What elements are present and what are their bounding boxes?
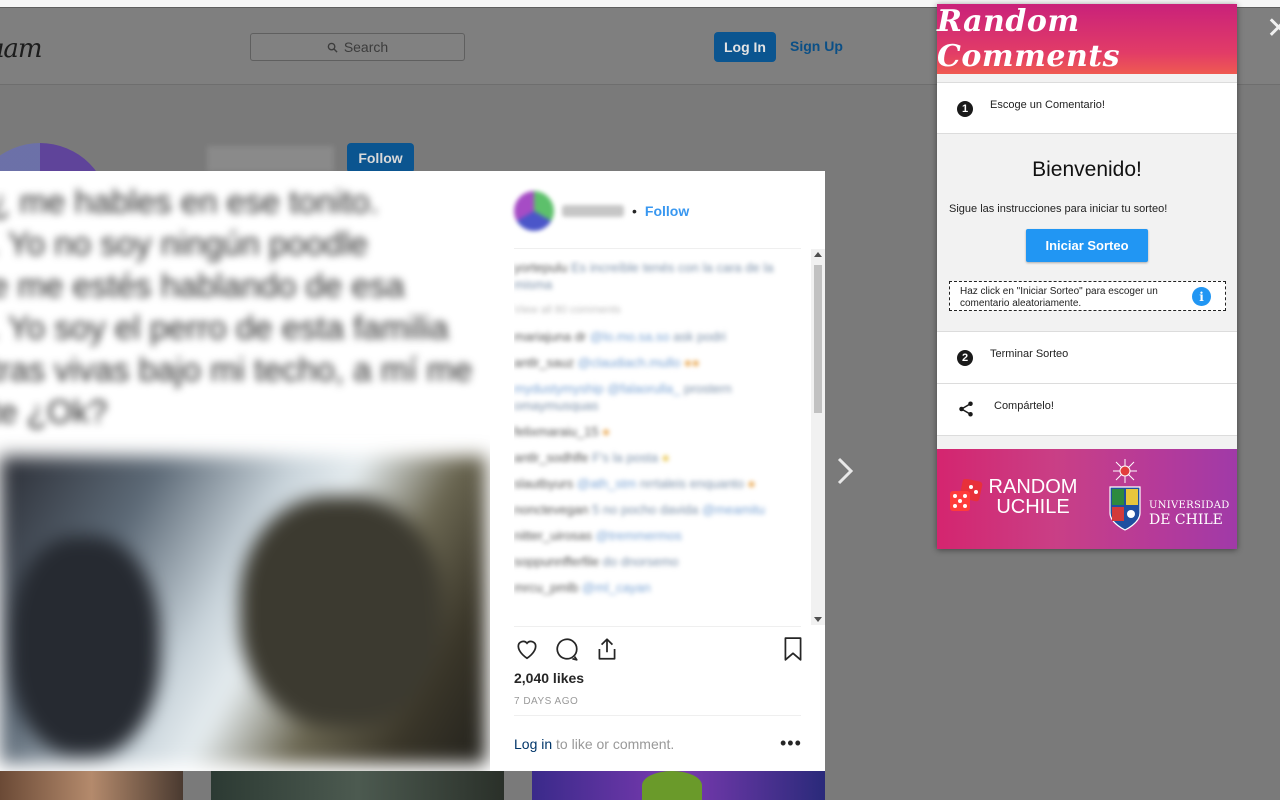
login-link[interactable]: Log in	[514, 736, 552, 752]
list-item: antlr_sauz @claudiach.mullo ●●	[514, 355, 700, 370]
login-prompt: Log in to like or comment.	[514, 736, 674, 752]
list-item: mrcu_pmlb @ml_cayan	[514, 580, 651, 595]
random-comments-panel: Random Comments 1 Escoge un Comentario! …	[937, 4, 1237, 549]
welcome-section: Bienvenido! Sigue las instrucciones para…	[937, 134, 1237, 332]
step-choose-comment[interactable]: 1 Escoge un Comentario!	[937, 82, 1237, 134]
list-item: mydustymyship @falaorulla_ prostern omay…	[514, 381, 732, 413]
list-item: soppunnfferfile do dnorsemo	[514, 554, 679, 569]
welcome-title: Bienvenido!	[1032, 158, 1142, 181]
post-timestamp[interactable]: 7 DAYS AGO	[514, 696, 578, 707]
list-item: nitter_uirosas @tremmermos	[514, 528, 682, 543]
search-icon	[327, 42, 338, 53]
step-label: Escoge un Comentario!	[990, 99, 1105, 111]
share-icon[interactable]	[594, 636, 620, 662]
post-image[interactable]: ¿ me hables en ese tonito. . Yo no soy n…	[0, 171, 490, 771]
share-label: Compártelo!	[994, 400, 1054, 412]
panel-spacer	[937, 74, 1237, 82]
search-placeholder: Search	[343, 39, 389, 55]
post-modal: ¿ me hables en ese tonito. . Yo no soy n…	[0, 171, 825, 771]
comment-icon[interactable]	[554, 636, 580, 662]
list-item: nonctevegan 5 no pocho davida @meamitu	[514, 502, 765, 517]
divider	[514, 248, 801, 249]
divider	[514, 626, 801, 627]
share-icon	[959, 401, 973, 417]
heart-icon[interactable]	[514, 636, 540, 662]
grid-thumbnail[interactable]	[532, 771, 825, 800]
hint-text: Haz click en "Iniciar Sorteo" para escog…	[960, 286, 1158, 309]
chevron-right-icon[interactable]	[834, 455, 856, 487]
brand-text: RANDOM UCHILE	[987, 477, 1079, 517]
comments-list: yortepulu Es increíble tenés con la cara…	[514, 259, 801, 624]
post-actions	[514, 636, 803, 664]
signup-link[interactable]: Sign Up	[790, 38, 843, 54]
likes-count[interactable]: 2,040 likes	[514, 670, 584, 686]
welcome-subtitle: Sigue las instrucciones para iniciar tu …	[949, 203, 1168, 215]
sponsor-banner[interactable]: RANDOM UCHILE UNIVERSIDAD DE CHILE	[937, 449, 1237, 549]
start-draw-button[interactable]: Iniciar Sorteo	[1026, 229, 1148, 262]
share-row[interactable]: Compártelo!	[937, 384, 1237, 436]
step-number-icon: 2	[957, 350, 973, 366]
panel-title: Random Comments	[937, 4, 1121, 74]
scroll-up-icon[interactable]	[814, 252, 822, 257]
scrollbar-thumb[interactable]	[814, 265, 822, 413]
panel-header: Random Comments	[937, 4, 1237, 74]
post-author: • Follow	[514, 191, 689, 231]
author-separator: •	[632, 203, 637, 219]
hint-box: Haz click en "Iniciar Sorteo" para escog…	[949, 281, 1226, 311]
list-item: slautbyurs @ath_stm nrrtaleis enquanto ●	[514, 476, 756, 491]
step-label: Terminar Sorteo	[990, 348, 1069, 360]
post-sidebar: • Follow yortepulu Es increíble tenés co…	[490, 171, 825, 771]
list-item: antlr_sodhlfe F's la posta ●	[514, 450, 670, 465]
list-item: yortepulu Es increíble tenés con la cara…	[514, 260, 774, 292]
brand-line-2: UCHILE	[996, 496, 1070, 518]
list-item: View all 80 comments	[514, 304, 621, 316]
university-name: UNIVERSIDAD DE CHILE	[1149, 499, 1230, 527]
list-item: mariajuna dr @lo.mo.sa.so ask podri	[514, 329, 726, 344]
blurred-photo	[0, 456, 486, 764]
close-icon[interactable]: ✕	[1266, 14, 1280, 44]
author-follow-button[interactable]: Follow	[645, 203, 689, 219]
brand-line-1: RANDOM	[988, 476, 1078, 498]
grid-thumbnail[interactable]	[0, 771, 183, 800]
university-line-2: DE CHILE	[1149, 512, 1223, 528]
login-button[interactable]: Log In	[714, 32, 776, 62]
more-horizontal-icon[interactable]: •••	[780, 733, 802, 754]
dice-icon	[950, 479, 983, 511]
grid-thumbnail[interactable]	[211, 771, 504, 800]
instagram-logo[interactable]: ıam	[0, 34, 42, 64]
step-number-icon: 1	[957, 101, 973, 117]
profile-username	[207, 146, 334, 172]
comments-scrollbar[interactable]	[811, 249, 825, 625]
step-finish-draw[interactable]: 2 Terminar Sorteo	[937, 332, 1237, 384]
login-prompt-suffix: to like or comment.	[552, 736, 675, 752]
bookmark-icon[interactable]	[780, 636, 806, 662]
list-item: felixmaraiu_15 ●	[514, 424, 611, 439]
university-line-1: UNIVERSIDAD	[1149, 500, 1230, 511]
info-icon[interactable]: i	[1192, 287, 1211, 306]
author-username[interactable]	[562, 205, 624, 217]
divider	[514, 715, 801, 716]
university-emblem-icon	[1109, 459, 1141, 531]
profile-follow-button[interactable]: Follow	[347, 143, 414, 173]
blurred-caption-image: ¿ me hables en ese tonito. . Yo no soy n…	[0, 183, 473, 430]
scroll-down-icon[interactable]	[814, 617, 822, 622]
search-input[interactable]: Search	[250, 33, 465, 61]
author-avatar[interactable]	[514, 191, 554, 231]
